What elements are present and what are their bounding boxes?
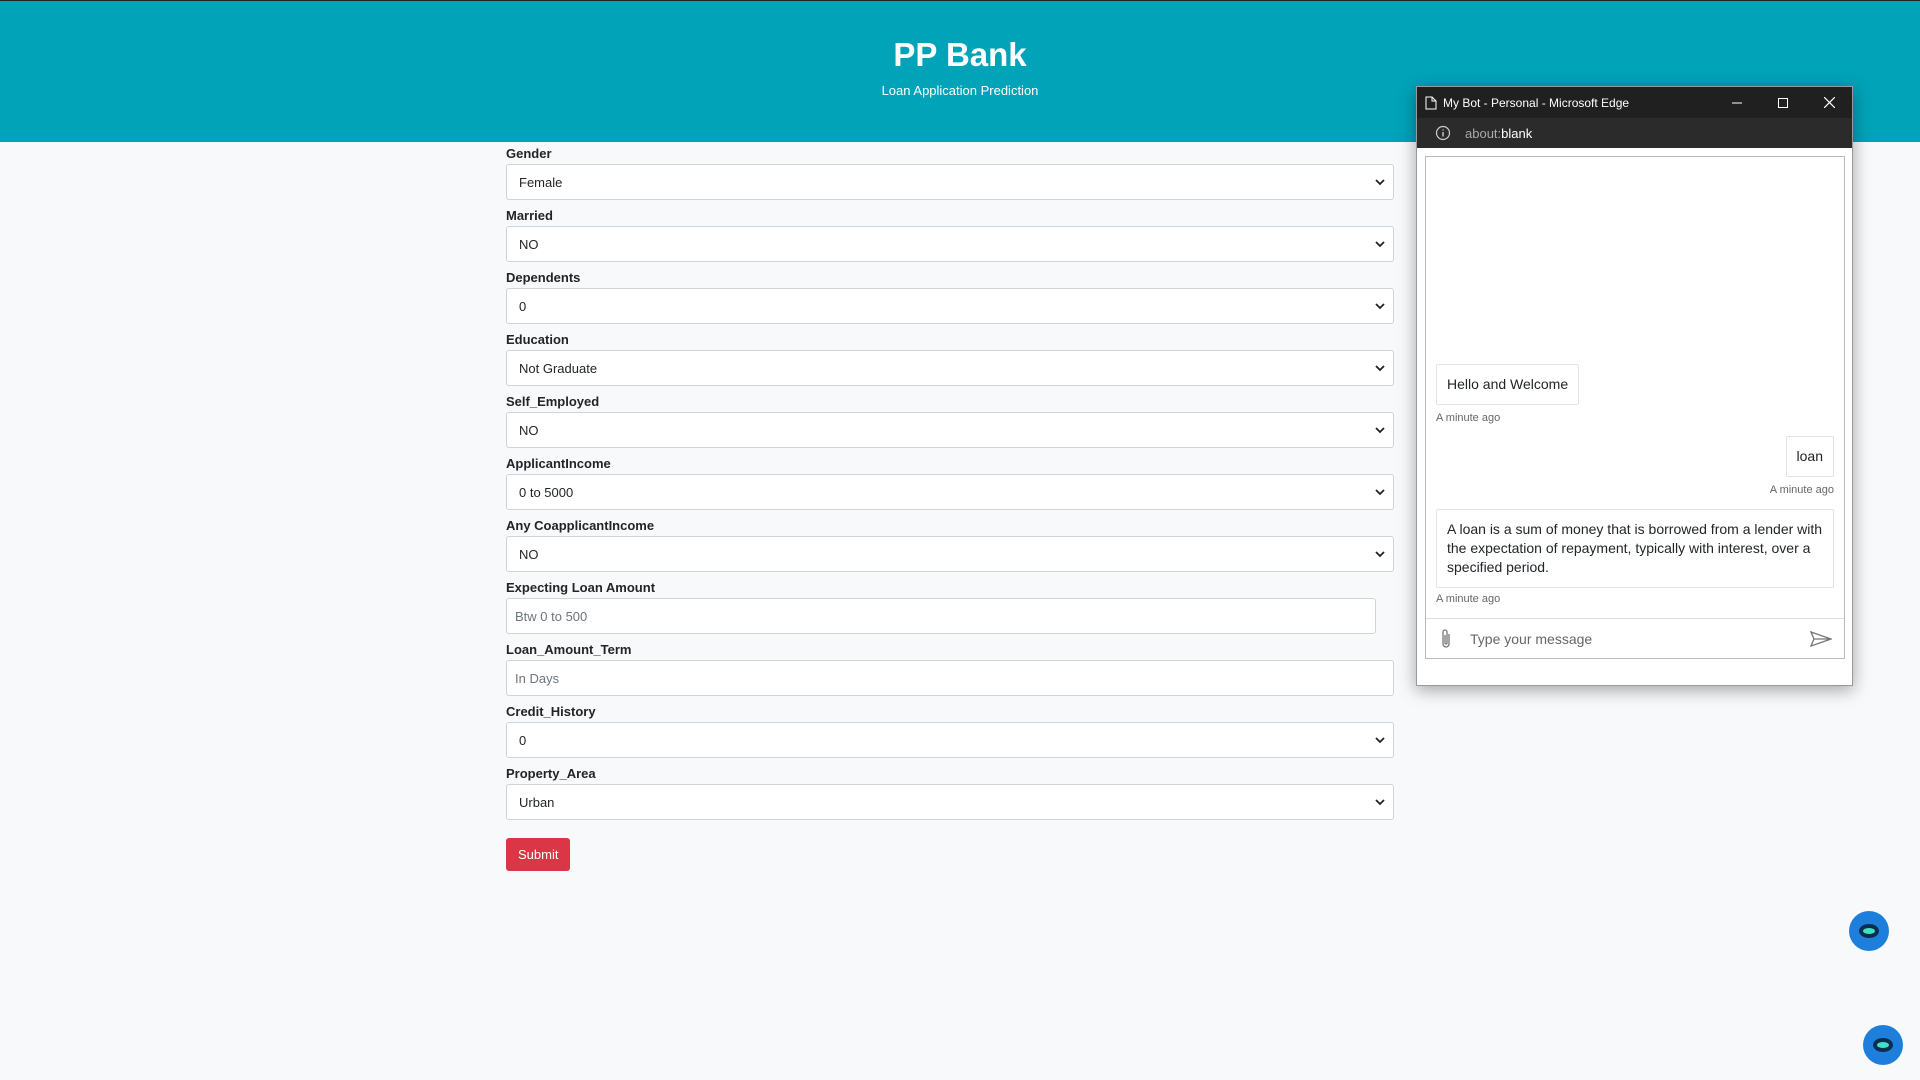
message-timestamp: A minute ago bbox=[1769, 484, 1834, 496]
address-prefix: about: bbox=[1465, 125, 1502, 141]
chevron-down-icon bbox=[1375, 551, 1385, 558]
credit-history-field: Credit_History 0 bbox=[506, 702, 1394, 758]
address-bar[interactable]: about: blank bbox=[1417, 118, 1852, 148]
message-composer: Type your message bbox=[1426, 618, 1844, 658]
chevron-down-icon bbox=[1375, 737, 1385, 744]
field-label: Any CoapplicantIncome bbox=[506, 518, 655, 533]
select-value: 0 bbox=[519, 732, 527, 748]
select-value: 0 bbox=[519, 298, 527, 314]
field-label: Married bbox=[506, 208, 553, 223]
chat-panel: Hello and Welcome A minute ago loan A mi… bbox=[1425, 156, 1845, 659]
field-label: ApplicantIncome bbox=[506, 456, 611, 471]
page-icon bbox=[1425, 96, 1437, 109]
bot-message: A loan is a sum of money that is borrowe… bbox=[1436, 509, 1834, 588]
send-icon[interactable] bbox=[1810, 630, 1832, 647]
input-placeholder: In Days bbox=[515, 670, 560, 686]
select-value: NO bbox=[519, 422, 539, 438]
married-field: Married NO bbox=[506, 206, 1394, 262]
chatbot-launcher-button[interactable] bbox=[1863, 1025, 1903, 1065]
property-area-select[interactable]: Urban bbox=[506, 784, 1394, 820]
address-main: blank bbox=[1501, 125, 1533, 141]
window-title: My Bot - Personal - Microsoft Edge bbox=[1443, 95, 1630, 110]
field-label: Self_Employed bbox=[506, 394, 600, 409]
field-label: Dependents bbox=[506, 270, 581, 285]
field-label: Loan_Amount_Term bbox=[506, 642, 632, 657]
field-label: Expecting Loan Amount bbox=[506, 580, 656, 595]
select-value: NO bbox=[519, 236, 539, 252]
select-value: NO bbox=[519, 546, 539, 562]
field-label: Property_Area bbox=[506, 766, 596, 781]
property-area-field: Property_Area Urban bbox=[506, 764, 1394, 820]
married-select[interactable]: NO bbox=[506, 226, 1394, 262]
self-employed-select[interactable]: NO bbox=[506, 412, 1394, 448]
submit-button[interactable]: Submit bbox=[506, 838, 571, 871]
close-button[interactable] bbox=[1806, 87, 1852, 118]
field-label: Education bbox=[506, 332, 569, 347]
dependents-select[interactable]: 0 bbox=[506, 288, 1394, 324]
select-value: Not Graduate bbox=[519, 360, 598, 376]
bot-icon bbox=[1873, 1038, 1893, 1052]
minimize-icon bbox=[1732, 102, 1742, 103]
input-placeholder: Btw 0 to 500 bbox=[515, 608, 588, 624]
chevron-down-icon bbox=[1375, 799, 1385, 806]
message-input[interactable]: Type your message bbox=[1470, 631, 1810, 647]
dependents-field: Dependents 0 bbox=[506, 268, 1394, 324]
chevron-down-icon bbox=[1375, 303, 1385, 310]
select-value: Female bbox=[519, 174, 563, 190]
maximize-button[interactable] bbox=[1760, 87, 1806, 118]
select-value: Urban bbox=[519, 794, 555, 810]
chevron-down-icon bbox=[1375, 179, 1385, 186]
paperclip-icon[interactable] bbox=[1440, 628, 1452, 650]
select-value: 0 to 5000 bbox=[519, 484, 574, 500]
message-timestamp: A minute ago bbox=[1436, 593, 1501, 605]
maximize-icon bbox=[1778, 97, 1788, 108]
message-text: A loan is a sum of money that is borrowe… bbox=[1447, 521, 1823, 575]
message-timestamp: A minute ago bbox=[1436, 412, 1501, 424]
message-text: Hello and Welcome bbox=[1447, 376, 1569, 392]
self-employed-field: Self_Employed NO bbox=[506, 392, 1394, 448]
user-message: loan bbox=[1785, 436, 1834, 477]
message-text: loan bbox=[1796, 448, 1823, 464]
close-icon bbox=[1823, 97, 1835, 108]
chevron-down-icon bbox=[1375, 241, 1385, 248]
loan-amount-field: Expecting Loan Amount Btw 0 to 500 bbox=[506, 578, 1394, 634]
chevron-down-icon bbox=[1375, 489, 1385, 496]
loan-form: Gender Female Married NO Dependents 0 Ed… bbox=[506, 144, 1394, 871]
applicant-income-select[interactable]: 0 to 5000 bbox=[506, 474, 1394, 510]
bot-popup-window: My Bot - Personal - Microsoft Edge about… bbox=[1416, 86, 1853, 686]
gender-field: Gender Female bbox=[506, 144, 1394, 200]
window-titlebar: My Bot - Personal - Microsoft Edge bbox=[1417, 87, 1852, 118]
loan-amount-input[interactable]: Btw 0 to 500 bbox=[506, 598, 1376, 634]
chatbot-launcher-button[interactable] bbox=[1849, 911, 1889, 951]
education-field: Education Not Graduate bbox=[506, 330, 1394, 386]
field-label: Credit_History bbox=[506, 704, 596, 719]
bank-title: PP Bank bbox=[893, 36, 1027, 73]
loan-term-input[interactable]: In Days bbox=[506, 660, 1394, 696]
credit-history-select[interactable]: 0 bbox=[506, 722, 1394, 758]
chevron-down-icon bbox=[1375, 427, 1385, 434]
minimize-button[interactable] bbox=[1714, 87, 1760, 118]
education-select[interactable]: Not Graduate bbox=[506, 350, 1394, 386]
info-icon bbox=[1435, 125, 1451, 141]
coapplicant-income-select[interactable]: NO bbox=[506, 536, 1394, 572]
field-label: Gender bbox=[506, 146, 552, 161]
chevron-down-icon bbox=[1375, 365, 1385, 372]
gender-select[interactable]: Female bbox=[506, 164, 1394, 200]
loan-term-field: Loan_Amount_Term In Days bbox=[506, 640, 1394, 696]
bot-message: Hello and Welcome bbox=[1436, 364, 1580, 405]
bot-icon bbox=[1859, 924, 1879, 938]
coapplicant-income-field: Any CoapplicantIncome NO bbox=[506, 516, 1394, 572]
applicant-income-field: ApplicantIncome 0 to 5000 bbox=[506, 454, 1394, 510]
